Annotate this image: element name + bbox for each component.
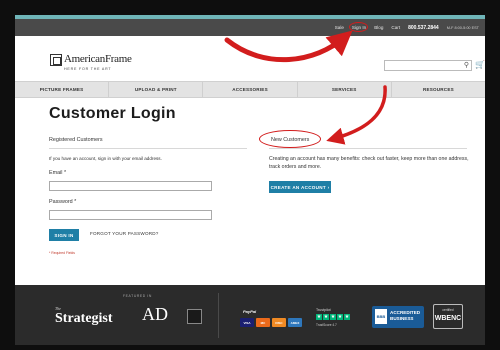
business-hours: M-F 8:00-5:00 EST [446,25,479,30]
discover-card-icon: DISC [272,318,286,327]
required-fields-note: * Required Fields [49,251,76,255]
nav-upload-print[interactable]: UPLOAD & PRINT [109,82,204,97]
star-icon: ★ [337,314,343,320]
wbenc-badge[interactable]: certified WBENC [433,304,463,329]
star-icon: ★ [330,314,336,320]
trustpilot-stars: ★ ★ ★ ★ ★ [316,314,350,320]
wbenc-certified: certified [442,308,454,312]
sale-link[interactable]: Sale [335,25,344,30]
main-nav: PICTURE FRAMES UPLOAD & PRINT ACCESSORIE… [15,81,485,98]
new-customers-divider [269,148,467,149]
search-icon[interactable]: ⚲ [464,62,469,70]
star-icon: ★ [323,314,329,320]
forgot-password-link[interactable]: FORGOT YOUR PASSWORD? [90,231,159,236]
screenshot-frame: Sale Sign In Blog Cart 800.537.2844 M-F … [0,0,500,350]
ad-logo[interactable]: AD [142,304,168,325]
new-customers-body: Creating an account has many benefits: c… [269,156,469,170]
trustpilot-label[interactable]: Trustpilot [316,308,331,312]
amex-card-icon: AMEX [288,318,302,327]
nav-accessories[interactable]: ACCESSORIES [203,82,298,97]
nav-picture-frames[interactable]: PICTURE FRAMES [15,82,110,97]
visa-card-icon: VISA [240,318,254,327]
bbb-badge[interactable]: BBB ACCREDITED BUSINESS [372,306,424,328]
email-field[interactable] [49,181,212,191]
nav-resources[interactable]: RESOURCES [392,82,485,97]
star-icon: ★ [316,314,322,320]
blog-link[interactable]: Blog [374,25,383,30]
paypal-logo: PayPal [243,309,257,314]
browser-page: Sale Sign In Blog Cart 800.537.2844 M-F … [15,15,485,345]
wbenc-name: WBENC [434,315,462,322]
strategist-logo[interactable]: Strategist [55,311,113,327]
registered-description: If you have an account, sign in with you… [49,156,162,161]
registered-customers-heading: Registered Customers [49,137,103,143]
bbb-business: BUSINESS [390,316,414,321]
annotation-circle-sign-in [349,22,368,32]
site-header: AmericanFrame HERE FOR THE ART ⚲ 🛒 [15,36,485,81]
phone-number[interactable]: 800.537.2844 [408,25,439,31]
cart-link[interactable]: Cart [391,25,400,30]
star-icon: ★ [344,314,350,320]
registered-divider [49,148,247,149]
bbb-torch-icon: BBB [375,309,387,324]
payment-cards: VISA MC DISC AMEX [240,318,302,327]
site-footer: FEATURED IN The Strategist AD PayPal VIS… [15,285,485,345]
sign-in-button[interactable]: SIGN IN [49,229,79,241]
cart-icon[interactable]: 🛒 [475,60,485,69]
email-label: Email * [49,170,67,176]
mastercard-icon: MC [256,318,270,327]
password-field[interactable] [49,210,212,220]
annotation-circle-new-customers [259,130,321,148]
search-input[interactable]: ⚲ [384,60,472,71]
footer-divider [218,293,219,338]
bbb-accredited: ACCREDITED [390,310,421,315]
trustscore: TrustScore 4.7 [316,323,337,327]
nav-services[interactable]: SERVICES [298,82,392,97]
featured-in-label: FEATURED IN [123,294,152,298]
utility-bar: Sale Sign In Blog Cart 800.537.2844 M-F … [15,19,485,36]
page-title: Customer Login [49,105,176,122]
logo-tagline: HERE FOR THE ART [64,67,112,71]
logo-mark-icon [50,54,62,66]
site-logo[interactable]: AmericanFrame HERE FOR THE ART [50,53,150,76]
password-label: Password * [49,199,77,205]
press-badge-icon[interactable] [187,309,202,324]
create-account-button[interactable]: CREATE AN ACCOUNT › [269,181,331,193]
logo-name: AmericanFrame [64,53,132,65]
